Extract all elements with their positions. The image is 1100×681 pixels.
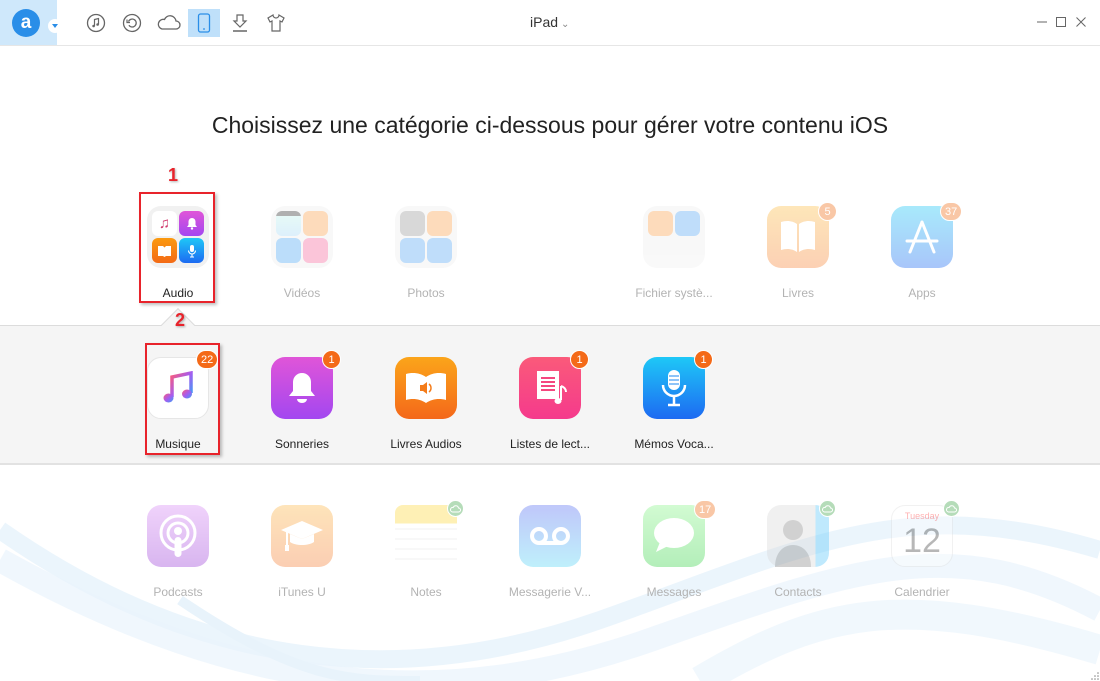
subcategory-voice-memos[interactable]: 1 Mémos Voca... xyxy=(624,350,724,451)
device-button[interactable] xyxy=(188,9,220,37)
restore-icon xyxy=(122,13,142,33)
subcategory-audiobooks[interactable]: Livres Audios xyxy=(376,357,476,451)
logo-area[interactable]: a xyxy=(0,0,62,45)
device-name: iPad xyxy=(530,14,559,30)
resize-grip-icon[interactable] xyxy=(1091,672,1099,680)
audiobooks-icon xyxy=(395,357,457,419)
photos-icon xyxy=(395,206,457,268)
icloud-badge xyxy=(819,500,836,517)
device-selector[interactable]: iPad ⌄ xyxy=(530,14,569,30)
annotation-number-2: 2 xyxy=(175,310,186,330)
category-books[interactable]: 5 Livres xyxy=(748,202,848,300)
count-badge: 1 xyxy=(570,350,589,369)
subcategory-label: Listes de lect... xyxy=(509,437,591,451)
category-label: Apps xyxy=(908,286,936,300)
category-itunes-u[interactable]: iTunes U xyxy=(252,505,352,599)
tshirt-icon xyxy=(267,13,285,32)
subcategory-label: Sonneries xyxy=(274,437,330,451)
category-label: Contacts xyxy=(774,585,822,599)
count-badge: 37 xyxy=(940,202,963,221)
count-badge: 5 xyxy=(818,202,837,221)
category-label: Messages xyxy=(646,585,702,599)
category-label: Notes xyxy=(410,585,442,599)
annotation-number-1: 1 xyxy=(168,165,179,185)
category-label: Livres xyxy=(781,286,814,300)
category-label: Calendrier xyxy=(894,585,950,599)
category-label: Messagerie V... xyxy=(508,585,592,599)
close-button[interactable] xyxy=(1072,13,1090,31)
category-messages[interactable]: 17 Messages xyxy=(624,500,724,599)
graduation-cap-icon xyxy=(271,505,333,567)
app-logo: a xyxy=(12,9,40,37)
category-apps[interactable]: 37 Apps xyxy=(872,202,972,300)
maximize-icon xyxy=(1056,17,1066,27)
download-button[interactable] xyxy=(228,11,252,35)
close-icon xyxy=(1076,17,1086,27)
category-label: Fichier systè... xyxy=(635,286,713,300)
playlists-icon xyxy=(519,357,581,419)
voicemail-icon xyxy=(519,505,581,567)
annotation-box-audio xyxy=(139,192,215,303)
count-badge: 1 xyxy=(694,350,713,369)
subcategory-label: Mémos Voca... xyxy=(634,437,714,451)
file-system-icon xyxy=(643,206,705,268)
restore-button[interactable] xyxy=(120,11,144,35)
title-bar: a iPad ⌄ xyxy=(0,0,1100,46)
calendar-date: 12 xyxy=(903,522,941,560)
cloud-icon xyxy=(822,504,833,512)
app-window: a iPad ⌄ Choisissez une catégorie ci-des… xyxy=(0,0,1100,681)
category-label: iTunes U xyxy=(278,585,326,599)
category-voicemail[interactable]: Messagerie V... xyxy=(500,505,600,599)
chevron-down-icon[interactable] xyxy=(48,19,62,33)
podcasts-icon xyxy=(147,505,209,567)
icloud-button[interactable] xyxy=(155,11,183,35)
music-note-circle-icon xyxy=(86,13,106,33)
subcategory-label: Livres Audios xyxy=(390,437,462,451)
subcategory-ringtones[interactable]: 1 Sonneries xyxy=(252,350,352,451)
icloud-badge xyxy=(447,500,464,517)
subcategory-playlists[interactable]: 1 Listes de lect... xyxy=(500,350,600,451)
page-heading: Choisissez une catégorie ci-dessous pour… xyxy=(211,112,889,138)
calendar-icon: Tuesday 12 xyxy=(891,505,953,567)
category-label: Vidéos xyxy=(283,286,321,300)
count-badge: 17 xyxy=(694,500,717,519)
music-manager-button[interactable] xyxy=(84,11,108,35)
annotation-box-music xyxy=(145,343,220,455)
videos-icon xyxy=(271,206,333,268)
phone-icon xyxy=(197,13,211,33)
category-podcasts[interactable]: Podcasts xyxy=(128,505,228,599)
notes-icon xyxy=(395,505,457,567)
category-file-system[interactable]: Fichier systè... xyxy=(624,206,724,300)
contacts-icon xyxy=(767,505,829,567)
minimize-icon xyxy=(1037,21,1047,23)
category-videos[interactable]: Vidéos xyxy=(252,206,352,300)
category-notes[interactable]: Notes xyxy=(376,500,476,599)
count-badge: 1 xyxy=(322,350,341,369)
maximize-button[interactable] xyxy=(1052,13,1070,31)
cloud-icon xyxy=(946,504,957,512)
category-label: Podcasts xyxy=(153,585,203,599)
category-photos[interactable]: Photos xyxy=(376,206,476,300)
ringtones-icon xyxy=(271,357,333,419)
cloud-icon xyxy=(450,504,461,512)
category-label: Photos xyxy=(407,286,445,300)
voice-memos-icon xyxy=(643,357,705,419)
cloud-icon xyxy=(157,15,181,30)
category-calendar[interactable]: Tuesday 12 Calendrier xyxy=(872,500,972,599)
category-contacts[interactable]: Contacts xyxy=(748,500,848,599)
icloud-badge xyxy=(943,500,960,517)
download-icon xyxy=(232,14,248,32)
toolkit-button[interactable] xyxy=(264,11,288,35)
minimize-button[interactable] xyxy=(1033,13,1051,31)
chevron-down-icon: ⌄ xyxy=(561,19,570,30)
